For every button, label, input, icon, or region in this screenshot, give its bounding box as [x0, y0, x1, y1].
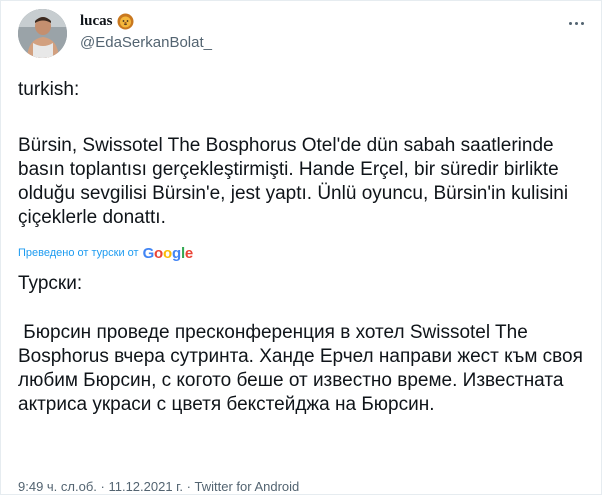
more-dot-icon — [580, 21, 584, 25]
tweet-card: lucas @EdaSerkanBolat_ turkish: Bürsin, … — [0, 0, 602, 495]
tweet-client[interactable]: Twitter for Android — [195, 479, 300, 494]
google-logo: Google — [142, 244, 194, 262]
more-dot-icon — [568, 21, 572, 25]
translation-attribution[interactable]: Преведено от турски от Google — [18, 244, 193, 262]
meta-separator: · — [182, 479, 195, 494]
meta-separator: · — [96, 479, 109, 494]
tweet-time[interactable]: 9:49 ч. сл.об. — [18, 479, 97, 494]
tweet-date[interactable]: 11.12.2021 г. — [108, 479, 182, 494]
source-language-label: turkish: — [18, 79, 80, 100]
translation-language-label: Турски: — [18, 273, 83, 294]
translated-by-label[interactable]: Преведено от турски от — [18, 247, 139, 259]
tweet-translation-text: Бюрсин проведе пресконференция в хотел S… — [18, 322, 589, 415]
tweet-source-text: Bürsin, Swissotel The Bosphorus Otel'de … — [18, 135, 574, 228]
author-display-name[interactable]: lucas — [80, 13, 113, 30]
author-handle[interactable]: @EdaSerkanBolat_ — [80, 34, 212, 51]
more-options-button[interactable] — [566, 13, 586, 33]
avatar[interactable] — [18, 9, 67, 58]
tweet-metadata: 9:49 ч. сл.об. · 11.12.2021 г. · Twitter… — [18, 479, 299, 494]
lion-face-icon — [117, 13, 134, 30]
avatar-photo — [18, 9, 67, 58]
more-dot-icon — [574, 21, 578, 25]
author-name-row[interactable]: lucas — [80, 11, 134, 31]
